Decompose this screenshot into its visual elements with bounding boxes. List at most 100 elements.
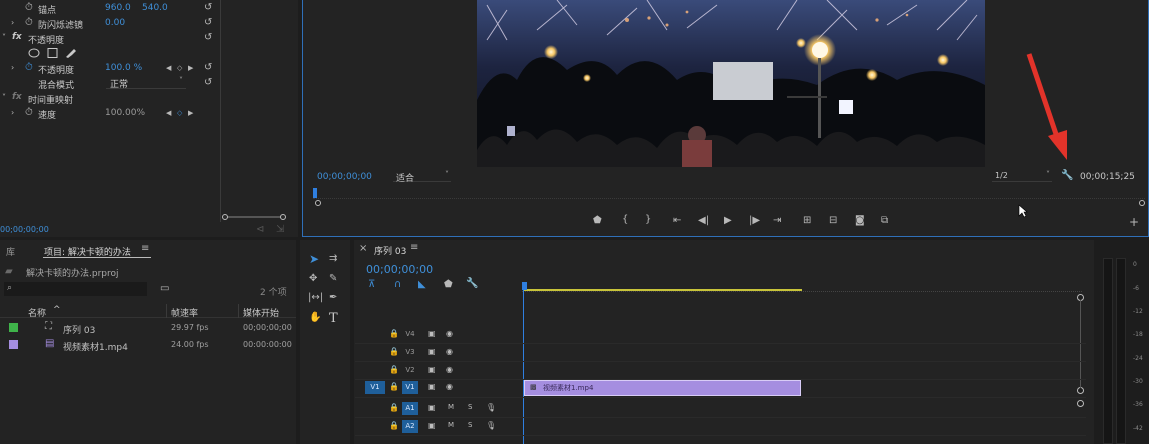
sync-lock-icon[interactable]: ▣ [428, 329, 436, 338]
zoom-scrollbar[interactable] [222, 214, 286, 220]
track-label[interactable]: V3 [402, 346, 418, 359]
sync-lock-icon[interactable]: ▣ [428, 382, 436, 391]
new-bin-icon[interactable]: ▭ [160, 284, 169, 294]
reset-icon[interactable]: ↺ [204, 33, 212, 43]
chevron-down-icon[interactable]: ˅ [2, 33, 6, 43]
panel-menu-icon[interactable]: ≡ [410, 243, 418, 253]
keyframe-icon[interactable]: ◇ [177, 108, 182, 118]
track-label[interactable]: A1 [402, 402, 418, 415]
effect-controls-timecode[interactable]: 00;00;00;00 [0, 225, 49, 234]
column-start[interactable]: 媒体开始 [243, 306, 279, 319]
wrench-icon[interactable]: 🔧 [1061, 171, 1073, 181]
source-patch-v1[interactable]: V1 [365, 381, 385, 394]
column-fps[interactable]: 帧速率 [171, 306, 198, 319]
column-name[interactable]: 名称 [28, 306, 46, 319]
extract-icon[interactable]: ⊟ [829, 216, 837, 226]
sync-lock-icon[interactable]: ▣ [428, 403, 436, 412]
stopwatch-icon[interactable]: ⏱ [25, 3, 33, 13]
next-keyframe-icon[interactable]: ▶ [188, 63, 193, 73]
selection-tool-icon[interactable]: ➤ [309, 253, 319, 265]
export-icon[interactable]: ⇲ [276, 225, 284, 235]
anchor-y-value[interactable]: 540.0 [142, 3, 168, 13]
reset-icon[interactable]: ↺ [204, 18, 212, 28]
timeline-timecode[interactable]: 00;00;00;00 [366, 263, 433, 276]
resolution-select[interactable]: 1/2 ˅ [992, 170, 1052, 182]
reset-icon[interactable]: ↺ [204, 78, 212, 88]
marker-icon[interactable]: ⬟ [444, 280, 453, 290]
solo-button[interactable]: S [468, 421, 472, 429]
blend-mode-select[interactable]: 正常 ˅ [106, 76, 186, 90]
chevron-right-icon[interactable]: › [11, 108, 14, 118]
opacity-value[interactable]: 100.0 % [105, 63, 142, 73]
video-clip[interactable]: ▩ 视频素材1.mp4 [524, 380, 801, 396]
lift-icon[interactable]: ⊞ [803, 216, 811, 226]
type-tool-icon[interactable]: T [329, 311, 338, 326]
linked-selection-icon[interactable]: ∩ [394, 280, 401, 290]
snap-icon[interactable]: ⊼ [368, 280, 375, 290]
keyframe-icon[interactable]: ◇ [177, 63, 182, 73]
slip-icon[interactable]: |↔| [308, 293, 323, 303]
track-label[interactable]: V2 [402, 364, 418, 377]
stopwatch-icon[interactable]: ⏱ [25, 63, 33, 73]
program-timecode[interactable]: 00;00;00;00 [317, 172, 372, 182]
sync-lock-icon[interactable]: ▣ [428, 421, 436, 430]
mark-out-icon[interactable]: } [645, 215, 651, 225]
next-keyframe-icon[interactable]: ▶ [188, 108, 193, 118]
ripple-edit-icon[interactable]: ✥ [309, 274, 317, 284]
sync-lock-icon[interactable]: ▣ [428, 347, 436, 356]
add-button-icon[interactable]: + [1129, 216, 1139, 228]
playhead-marker[interactable] [522, 282, 527, 290]
lock-icon[interactable]: 🔒 [389, 382, 399, 391]
track-select-icon[interactable]: ⇉ [329, 254, 337, 264]
search-input[interactable]: ⌕ [4, 282, 147, 296]
lock-icon[interactable]: 🔒 [389, 365, 399, 374]
chevron-right-icon[interactable]: › [11, 63, 14, 73]
go-to-out-icon[interactable]: ⇥ [773, 216, 781, 226]
list-item[interactable]: ⛶ 序列 03 29.97 fps 00;00;00;00 [0, 320, 296, 336]
filter-icon[interactable]: ⊲ [256, 225, 264, 235]
anti-flicker-value[interactable]: 0.00 [105, 18, 125, 28]
step-forward-icon[interactable]: |▶ [749, 216, 760, 226]
close-icon[interactable]: × [359, 244, 367, 254]
reset-icon[interactable]: ↺ [204, 3, 212, 13]
wrench-icon[interactable]: 🔧 [466, 279, 478, 289]
opacity-group-row[interactable]: ˅ fx 不透明度 ↺ [0, 31, 300, 46]
lock-icon[interactable]: 🔒 [389, 403, 399, 412]
mute-button[interactable]: M [448, 403, 454, 411]
stopwatch-icon[interactable]: ⏱ [25, 108, 33, 118]
track-label[interactable]: A2 [402, 420, 418, 433]
prev-keyframe-icon[interactable]: ◀ [166, 63, 171, 73]
speed-value[interactable]: 100.00% [105, 108, 145, 118]
sync-lock-icon[interactable]: ▣ [428, 365, 436, 374]
pen-icon[interactable]: ✒ [329, 293, 337, 303]
eye-icon[interactable]: ◉ [446, 365, 453, 374]
microphone-icon[interactable]: 🎙 [486, 403, 496, 412]
tab-library[interactable]: 库 [6, 245, 15, 258]
mark-in-icon[interactable]: { [622, 215, 628, 225]
go-to-in-icon[interactable]: ⇤ [673, 216, 681, 226]
time-remap-row[interactable]: ˅ fx 时间重映射 [0, 91, 300, 106]
marker-icon[interactable]: ⬟ [593, 216, 602, 226]
eye-icon[interactable]: ◉ [446, 347, 453, 356]
compare-icon[interactable]: ⧉ [881, 216, 888, 226]
camera-icon[interactable]: ◙ [855, 216, 865, 226]
panel-menu-icon[interactable]: ≡ [141, 244, 149, 254]
eye-icon[interactable]: ◉ [446, 329, 453, 338]
track-label[interactable]: V4 [402, 328, 418, 341]
chevron-down-icon[interactable]: ˅ [2, 93, 6, 103]
timeline-tab[interactable]: 序列 03 [374, 244, 406, 257]
reset-icon[interactable]: ↺ [204, 63, 212, 73]
stopwatch-icon[interactable]: ⏱ [25, 18, 33, 28]
chevron-right-icon[interactable]: › [11, 18, 14, 28]
hand-icon[interactable]: ✋ [309, 313, 321, 323]
step-back-icon[interactable]: ◀| [698, 216, 709, 226]
list-item[interactable]: ▤ 视频素材1.mp4 24.00 fps 00:00:00:00 [0, 337, 296, 353]
mute-button[interactable]: M [448, 421, 454, 429]
keyframe-area-divider[interactable] [220, 0, 221, 222]
work-area-bar[interactable] [524, 289, 802, 291]
prev-keyframe-icon[interactable]: ◀ [166, 108, 171, 118]
add-marker-icon[interactable]: ◣ [418, 280, 426, 290]
microphone-icon[interactable]: 🎙 [486, 421, 496, 430]
anchor-x-value[interactable]: 960.0 [105, 3, 131, 13]
lock-icon[interactable]: 🔒 [389, 421, 399, 430]
